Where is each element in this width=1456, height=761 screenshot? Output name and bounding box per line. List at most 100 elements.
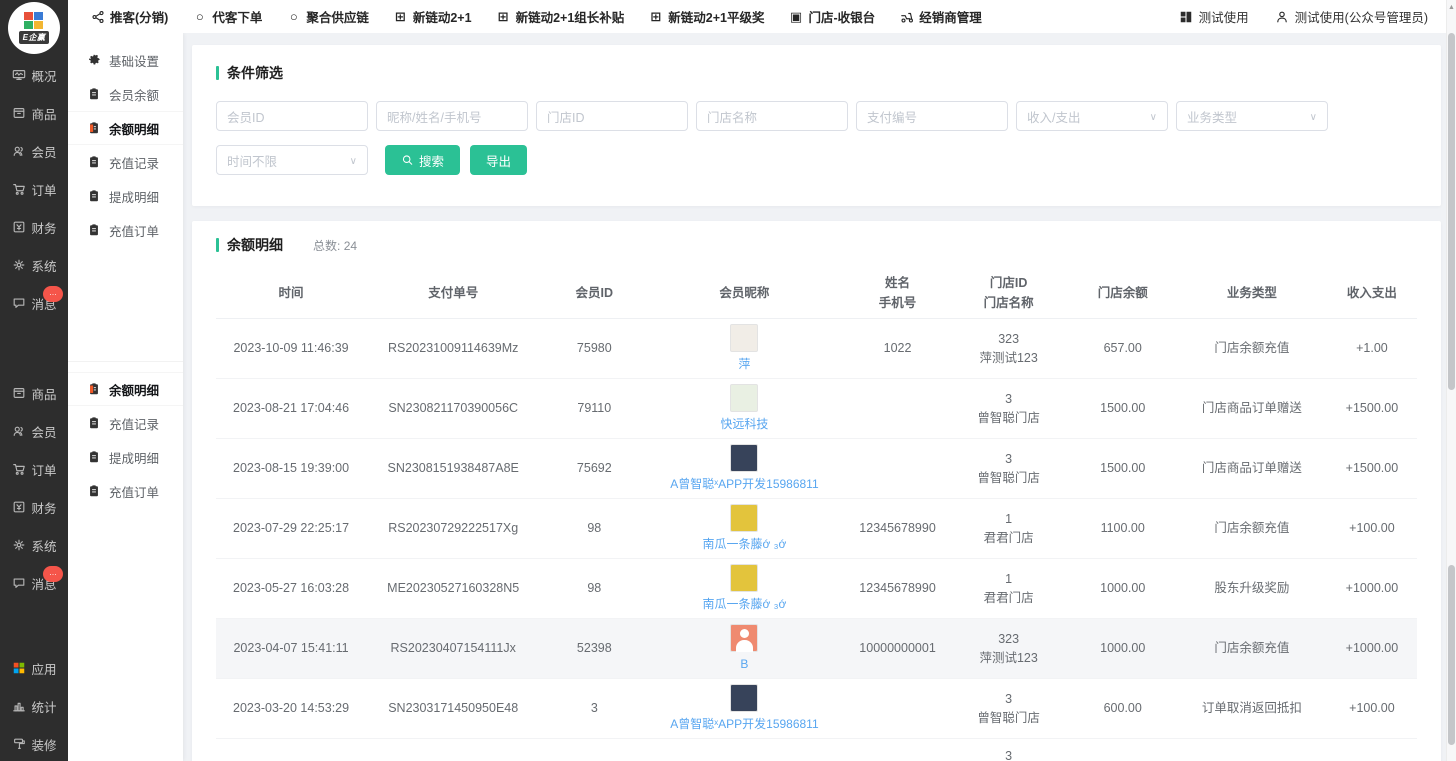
member-avatar <box>730 624 758 652</box>
cell-name-phone: 1022 <box>841 339 955 358</box>
filter-input-支付编号[interactable]: 支付编号 <box>856 101 1008 131</box>
submenu-item-余额明细[interactable]: 余额明细 <box>68 111 183 145</box>
sidebar-item-会员[interactable]: 会员 <box>0 132 68 170</box>
column-header: 姓名手机号 <box>841 274 955 313</box>
topnav-item[interactable]: ▣门店-收银台 <box>789 7 876 26</box>
sidebar-item-财务[interactable]: 财务 <box>0 488 68 526</box>
sidebar-item-商品[interactable]: 商品 <box>0 374 68 412</box>
filter-input-门店名称[interactable]: 门店名称 <box>696 101 848 131</box>
balance-table: 时间支付单号会员ID会员昵称姓名手机号门店ID门店名称门店余额业务类型收入支出 … <box>216 269 1417 761</box>
cell-nickname: 南瓜一条藤ớ ₃ớ <box>648 564 840 613</box>
sidebar-item-统计[interactable]: 统计 <box>0 687 68 725</box>
sidebar-item-系统[interactable]: 系统 <box>0 246 68 284</box>
filter-input-会员ID[interactable]: 会员ID <box>216 101 368 131</box>
topnav-right-item[interactable]: 测试使用 <box>1179 7 1249 26</box>
sidebar-item-label: 财务 <box>31 218 56 237</box>
topnav-item[interactable]: ⊞新链动2+1 <box>393 7 472 26</box>
orders-icon <box>11 462 26 477</box>
filter-select-收入/支出[interactable]: 收入/支出∨ <box>1016 101 1168 131</box>
member-nickname-link[interactable]: A曾智聪ˣAPP开发15986811 <box>670 475 818 493</box>
sidebar-item-订单[interactable]: 订单 <box>0 170 68 208</box>
filter-input-门店ID[interactable]: 门店ID <box>536 101 688 131</box>
search-button[interactable]: 搜索 <box>385 145 460 175</box>
member-nickname-link[interactable]: B <box>740 655 748 673</box>
cell-biz-type: 门店余额充值 <box>1183 639 1321 658</box>
sidebar-item-订单[interactable]: 订单 <box>0 450 68 488</box>
submenu-item-余额明细[interactable]: 余额明细 <box>68 372 183 406</box>
topnav-item[interactable]: 经销商管理 <box>899 7 982 26</box>
table-row: 3 <box>216 739 1417 761</box>
sidebar-item-label: 装修 <box>31 735 56 754</box>
logo-emblem-icon <box>24 12 44 30</box>
top-header: 推客(分销) ○代客下单 ○聚合供应链 ⊞新链动2+1 ⊞新链动2+1组长补贴 ⊞新链动2… <box>68 0 1446 33</box>
sidebar-item-商品[interactable]: 商品 <box>0 94 68 132</box>
submenu-item-提成明细[interactable]: 提成明细 <box>68 440 183 474</box>
column-header: 门店ID门店名称 <box>955 274 1063 313</box>
scrollbar-thumb[interactable] <box>1448 565 1455 745</box>
sidebar-item-会员[interactable]: 会员 <box>0 412 68 450</box>
column-header: 时间 <box>216 284 366 303</box>
submenu-item-会员余额[interactable]: 会员余额 <box>68 77 183 111</box>
goods-icon <box>11 106 26 121</box>
submenu-item-提成明细[interactable]: 提成明细 <box>68 179 183 213</box>
submenu-item-基础设置[interactable]: 基础设置 <box>68 43 183 77</box>
doc-icon <box>86 416 101 431</box>
topnav-item[interactable]: 推客(分销) <box>90 7 168 26</box>
circle-icon: ○ <box>192 9 207 24</box>
sidebar-item-消息[interactable]: 消息… <box>0 284 68 322</box>
sidebar-item-label: 会员 <box>31 422 56 441</box>
topnav-right: 测试使用 测试使用(公众号管理员) <box>1179 7 1428 26</box>
submenu-item-充值记录[interactable]: 充值记录 <box>68 145 183 179</box>
overview-icon <box>11 68 26 83</box>
sidebar-group: 商品会员订单财务系统消息… <box>0 374 68 602</box>
member-nickname-link[interactable]: 萍 <box>738 355 750 373</box>
export-button[interactable]: 导出 <box>470 145 527 175</box>
topnav-item[interactable]: ○代客下单 <box>192 7 262 26</box>
filter-select-时间不限[interactable]: 时间不限∨ <box>216 145 368 175</box>
cell-time: 2023-04-07 15:41:11 <box>216 639 366 658</box>
cell-store: 3曾智聪门店 <box>955 390 1063 428</box>
table-total: 总数: 24 <box>313 237 357 254</box>
submenu-item-充值记录[interactable]: 充值记录 <box>68 406 183 440</box>
sidebar-item-概况[interactable]: 概况 <box>0 56 68 94</box>
sidebar-item-应用[interactable]: 应用 <box>0 649 68 687</box>
sidebar-item-系统[interactable]: 系统 <box>0 526 68 564</box>
topnav-item[interactable]: ○聚合供应链 <box>286 7 369 26</box>
topnav-item[interactable]: ⊞新链动2+1组长补贴 <box>496 7 625 26</box>
app-logo[interactable]: E企赢 <box>8 2 60 54</box>
topnav-right-item[interactable]: 测试使用(公众号管理员) <box>1275 7 1428 26</box>
submenu-item-充值订单[interactable]: 充值订单 <box>68 474 183 508</box>
page-scrollbar[interactable]: ▲ <box>1446 0 1456 761</box>
doc-icon <box>86 450 101 465</box>
cell-biz-type: 门店余额充值 <box>1183 519 1321 538</box>
scrollbar-thumb[interactable] <box>1448 33 1455 390</box>
sidebar-item-消息[interactable]: 消息… <box>0 564 68 602</box>
search-icon <box>401 154 414 167</box>
doc-icon <box>86 189 101 204</box>
goods-icon <box>11 386 26 401</box>
sidebar-item-财务[interactable]: 财务 <box>0 208 68 246</box>
members-icon <box>11 144 26 159</box>
table-row: 2023-08-21 17:04:46SN230821170390056C791… <box>216 379 1417 439</box>
filter-input-昵称/姓名/手机号[interactable]: 昵称/姓名/手机号 <box>376 101 528 131</box>
member-nickname-link[interactable]: 南瓜一条藤ớ ₃ớ <box>702 595 786 613</box>
sidebar-item-label: 应用 <box>31 659 56 678</box>
sidebar-item-装修[interactable]: 装修 <box>0 725 68 761</box>
field-placeholder: 昵称/姓名/手机号 <box>387 107 481 126</box>
submenu-item-充值订单[interactable]: 充值订单 <box>68 213 183 247</box>
cell-pay-no: SN230821170390056C <box>366 399 540 418</box>
cell-amount: +1000.00 <box>1321 579 1423 598</box>
filter-select-业务类型[interactable]: 业务类型∨ <box>1176 101 1328 131</box>
primary-sidebar: E企赢 概况商品会员订单财务系统消息…商品会员订单财务系统消息…应用统计装修 <box>0 0 68 761</box>
topnav-item[interactable]: ⊞新链动2+1平级奖 <box>648 7 764 26</box>
cell-amount: +1500.00 <box>1321 459 1423 478</box>
topnav-item-label: 新链动2+1 <box>413 7 472 26</box>
submenu-item-label: 充值订单 <box>109 482 159 501</box>
topnav-item-label: 新链动2+1平级奖 <box>668 7 764 26</box>
table-row: 2023-08-15 19:39:00SN2308151938487A8E756… <box>216 439 1417 499</box>
filter-fields-row2: 时间不限∨ 搜索导出 <box>216 145 1417 189</box>
scrollbar-up-arrow[interactable]: ▲ <box>1447 0 1456 14</box>
member-nickname-link[interactable]: 快远科技 <box>720 415 768 433</box>
member-nickname-link[interactable]: 南瓜一条藤ớ ₃ớ <box>702 535 786 553</box>
cell-amount: +1500.00 <box>1321 399 1423 418</box>
